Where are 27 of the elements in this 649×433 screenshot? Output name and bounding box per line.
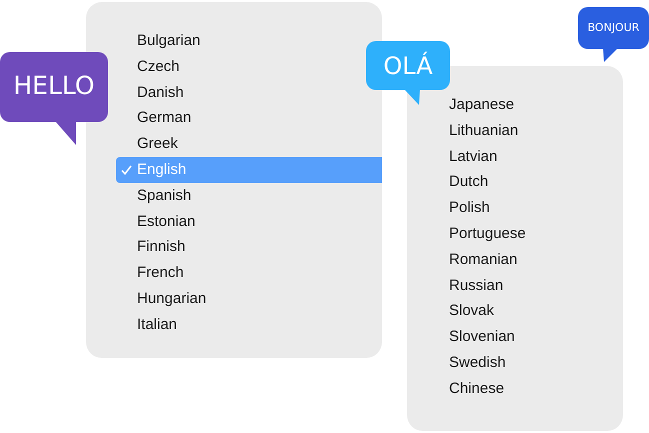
menu-item[interactable]: German — [116, 105, 198, 132]
menu-item[interactable]: Japanese — [428, 92, 520, 118]
menu-item[interactable]: Hungarian — [116, 286, 212, 312]
menu-item[interactable]: Dutch — [428, 169, 494, 196]
menu-item[interactable]: French — [116, 260, 190, 286]
menu-item[interactable]: Slovenian — [428, 324, 521, 350]
menu-item[interactable]: Finnish — [116, 234, 192, 260]
menu-item[interactable]: Danish — [116, 80, 190, 106]
menu-item[interactable]: Portuguese — [428, 220, 532, 247]
bubble-text: BONJOUR — [586, 20, 640, 36]
menu-item[interactable]: Chinese — [428, 376, 510, 402]
menu-item[interactable]: Spanish — [116, 182, 198, 209]
checkmark-icon — [121, 164, 132, 175]
menu-item[interactable]: Italian — [116, 312, 184, 338]
menu-item[interactable]: Swedish — [428, 350, 512, 376]
menu-item[interactable]: Polish — [428, 195, 496, 221]
menu-item[interactable]: Latvian — [428, 144, 504, 170]
menu-item[interactable]: Romanian — [428, 246, 524, 273]
menu-item[interactable]: Lithuanian — [428, 118, 524, 144]
menu-item[interactable]: Greek — [116, 131, 184, 157]
bubble-text: HELLO — [12, 70, 96, 102]
menu-item[interactable]: Estonian — [116, 208, 202, 234]
menu-item[interactable]: Bulgarian — [116, 28, 206, 54]
menu-item[interactable]: Slovak — [428, 298, 500, 324]
menu-item[interactable]: Czech — [116, 54, 186, 80]
bubble-text: OLÁ — [382, 50, 434, 82]
menu-item[interactable]: Russian — [428, 272, 510, 298]
